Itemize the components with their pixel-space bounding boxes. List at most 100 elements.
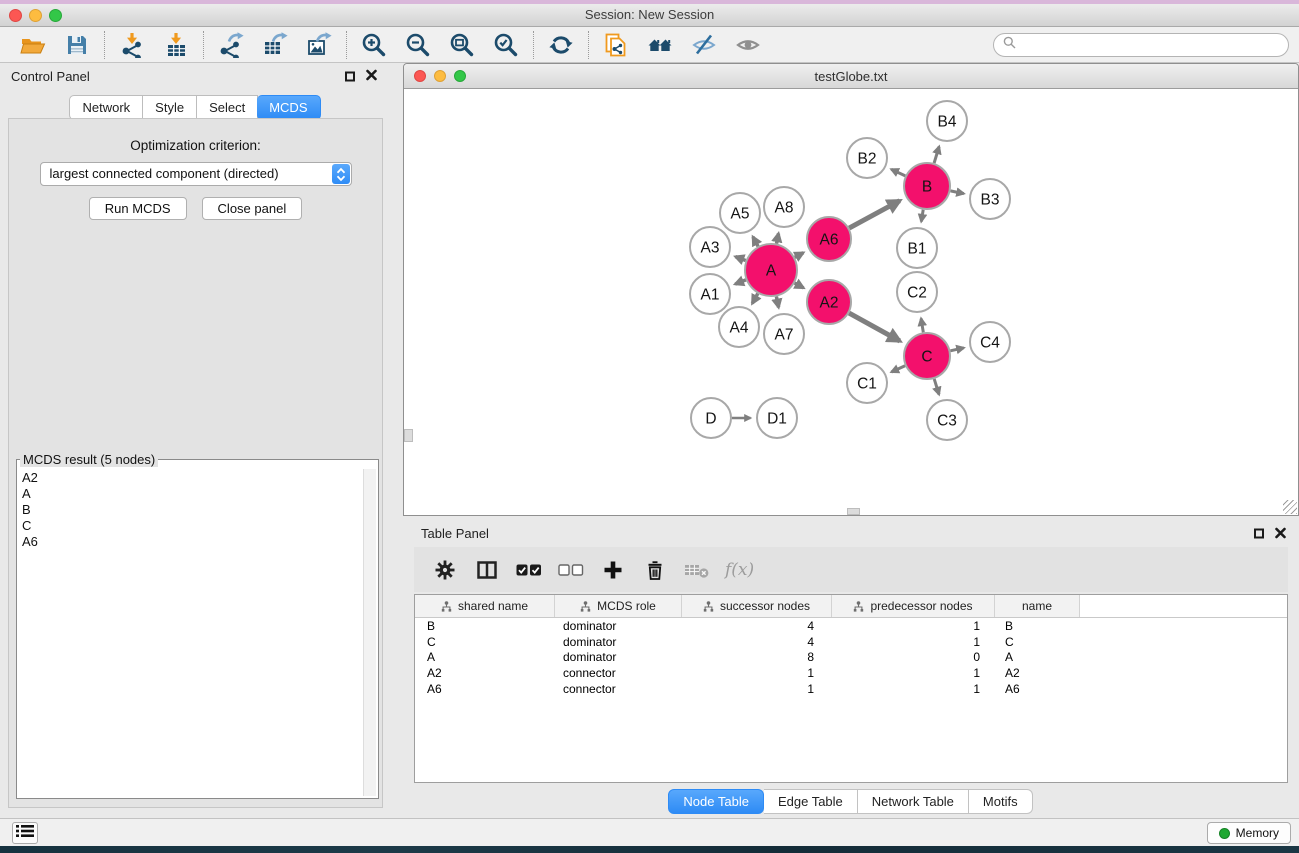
unselect-all-columns-button[interactable]: [557, 556, 584, 583]
table-row[interactable]: A6connector11A6: [415, 681, 1287, 697]
network-close-button[interactable]: [414, 70, 426, 82]
zoom-selected-button[interactable]: [492, 31, 520, 59]
minimize-window-button[interactable]: [29, 9, 42, 22]
table-row[interactable]: Adominator80A: [415, 649, 1287, 665]
edge-A-A8[interactable]: [777, 234, 779, 244]
open-file-button[interactable]: [19, 31, 47, 59]
import-table-button[interactable]: [162, 31, 190, 59]
edge-A-A5[interactable]: [753, 237, 758, 247]
edge-A-A3[interactable]: [735, 257, 745, 261]
edge-B-B2[interactable]: [891, 169, 905, 176]
cell[interactable]: A: [995, 650, 1080, 664]
table-settings-button[interactable]: [431, 556, 458, 583]
cell[interactable]: 1: [682, 666, 832, 680]
edge-C-C2[interactable]: [921, 319, 923, 333]
edge-C-C4[interactable]: [950, 348, 963, 351]
result-item[interactable]: A6: [22, 534, 360, 550]
cell[interactable]: 0: [832, 650, 995, 664]
bottom-splitter-handle[interactable]: [847, 508, 860, 515]
zoom-in-button[interactable]: [360, 31, 388, 59]
edge-B-B1[interactable]: [921, 210, 923, 222]
float-panel-icon[interactable]: [345, 71, 355, 81]
resize-grip[interactable]: [1283, 500, 1297, 514]
network-from-file-button[interactable]: [602, 31, 630, 59]
cell[interactable]: A6: [995, 682, 1080, 696]
edge-A-A2[interactable]: [795, 283, 804, 288]
task-history-button[interactable]: [12, 822, 38, 844]
run-mcds-button[interactable]: Run MCDS: [89, 197, 187, 220]
zoom-window-button[interactable]: [49, 9, 62, 22]
create-column-button[interactable]: [599, 556, 626, 583]
table-row[interactable]: Bdominator41B: [415, 618, 1287, 634]
edge-A-A6[interactable]: [795, 253, 804, 258]
network-zoom-button[interactable]: [454, 70, 466, 82]
result-item[interactable]: A: [22, 486, 360, 502]
cell[interactable]: C: [995, 635, 1080, 649]
show-panels-button[interactable]: [734, 31, 762, 59]
cell[interactable]: 1: [832, 619, 995, 633]
cell[interactable]: 4: [682, 635, 832, 649]
column-header-predecessor-nodes[interactable]: predecessor nodes: [832, 595, 995, 617]
column-header-shared-name[interactable]: shared name: [415, 595, 555, 617]
edge-A-A7[interactable]: [776, 297, 778, 308]
close-panel-button[interactable]: Close panel: [202, 197, 303, 220]
float-table-panel-icon[interactable]: [1254, 529, 1264, 539]
cell[interactable]: B: [415, 619, 555, 633]
hide-panels-button[interactable]: [690, 31, 718, 59]
close-panel-icon[interactable]: [366, 69, 377, 84]
cell[interactable]: 1: [832, 666, 995, 680]
table-row[interactable]: A2connector11A2: [415, 665, 1287, 681]
show-columns-button[interactable]: [473, 556, 500, 583]
cell[interactable]: connector: [555, 666, 682, 680]
cell[interactable]: connector: [555, 682, 682, 696]
cell[interactable]: dominator: [555, 619, 682, 633]
edge-A6-B[interactable]: [849, 201, 900, 228]
delete-columns-button[interactable]: [641, 556, 668, 583]
cell[interactable]: 1: [682, 682, 832, 696]
cell[interactable]: dominator: [555, 635, 682, 649]
tab-select[interactable]: Select: [197, 95, 258, 120]
column-header-name[interactable]: name: [995, 595, 1080, 617]
cell[interactable]: 1: [832, 635, 995, 649]
result-item[interactable]: C: [22, 518, 360, 534]
tab-motifs[interactable]: Motifs: [969, 789, 1033, 814]
zoom-fit-button[interactable]: [448, 31, 476, 59]
cell[interactable]: 8: [682, 650, 832, 664]
close-table-panel-icon[interactable]: [1275, 526, 1286, 541]
result-item[interactable]: B: [22, 502, 360, 518]
zoom-out-button[interactable]: [404, 31, 432, 59]
tab-style[interactable]: Style: [143, 95, 197, 120]
tab-network[interactable]: Network: [69, 95, 143, 120]
left-splitter-handle[interactable]: [404, 429, 413, 442]
edge-A-A1[interactable]: [735, 280, 746, 284]
search-box[interactable]: [993, 33, 1289, 57]
result-item[interactable]: A2: [22, 470, 360, 486]
edge-C-C1[interactable]: [891, 366, 905, 372]
tab-node-table[interactable]: Node Table: [668, 789, 764, 814]
cell[interactable]: A2: [995, 666, 1080, 680]
edge-C-C3[interactable]: [934, 379, 939, 395]
import-network-button[interactable]: [118, 31, 146, 59]
mcds-result-list[interactable]: A2ABCA6: [22, 470, 360, 795]
cell[interactable]: B: [995, 619, 1080, 633]
tab-mcds[interactable]: MCDS: [257, 95, 320, 120]
edge-B-B3[interactable]: [951, 191, 964, 194]
network-canvas[interactable]: AA1A2A3A4A5A6A7A8BB1B2B3B4CC1C2C3C4DD1: [404, 90, 1298, 515]
cell[interactable]: 1: [832, 682, 995, 696]
export-network-button[interactable]: [217, 31, 245, 59]
edge-B-B4[interactable]: [934, 147, 939, 164]
network-window-titlebar[interactable]: testGlobe.txt: [404, 64, 1298, 89]
memory-button[interactable]: Memory: [1207, 822, 1291, 844]
column-header-MCDS-role[interactable]: MCDS role: [555, 595, 682, 617]
network-graph[interactable]: AA1A2A3A4A5A6A7A8BB1B2B3B4CC1C2C3C4DD1: [404, 90, 1298, 515]
close-window-button[interactable]: [9, 9, 22, 22]
tab-network-table[interactable]: Network Table: [858, 789, 969, 814]
tab-edge-table[interactable]: Edge Table: [764, 789, 858, 814]
network-minimize-button[interactable]: [434, 70, 446, 82]
column-header-successor-nodes[interactable]: successor nodes: [682, 595, 832, 617]
edge-A2-C[interactable]: [849, 313, 900, 341]
app-titlebar[interactable]: Session: New Session: [0, 4, 1299, 27]
cell[interactable]: dominator: [555, 650, 682, 664]
export-image-button[interactable]: [305, 31, 333, 59]
cell[interactable]: C: [415, 635, 555, 649]
